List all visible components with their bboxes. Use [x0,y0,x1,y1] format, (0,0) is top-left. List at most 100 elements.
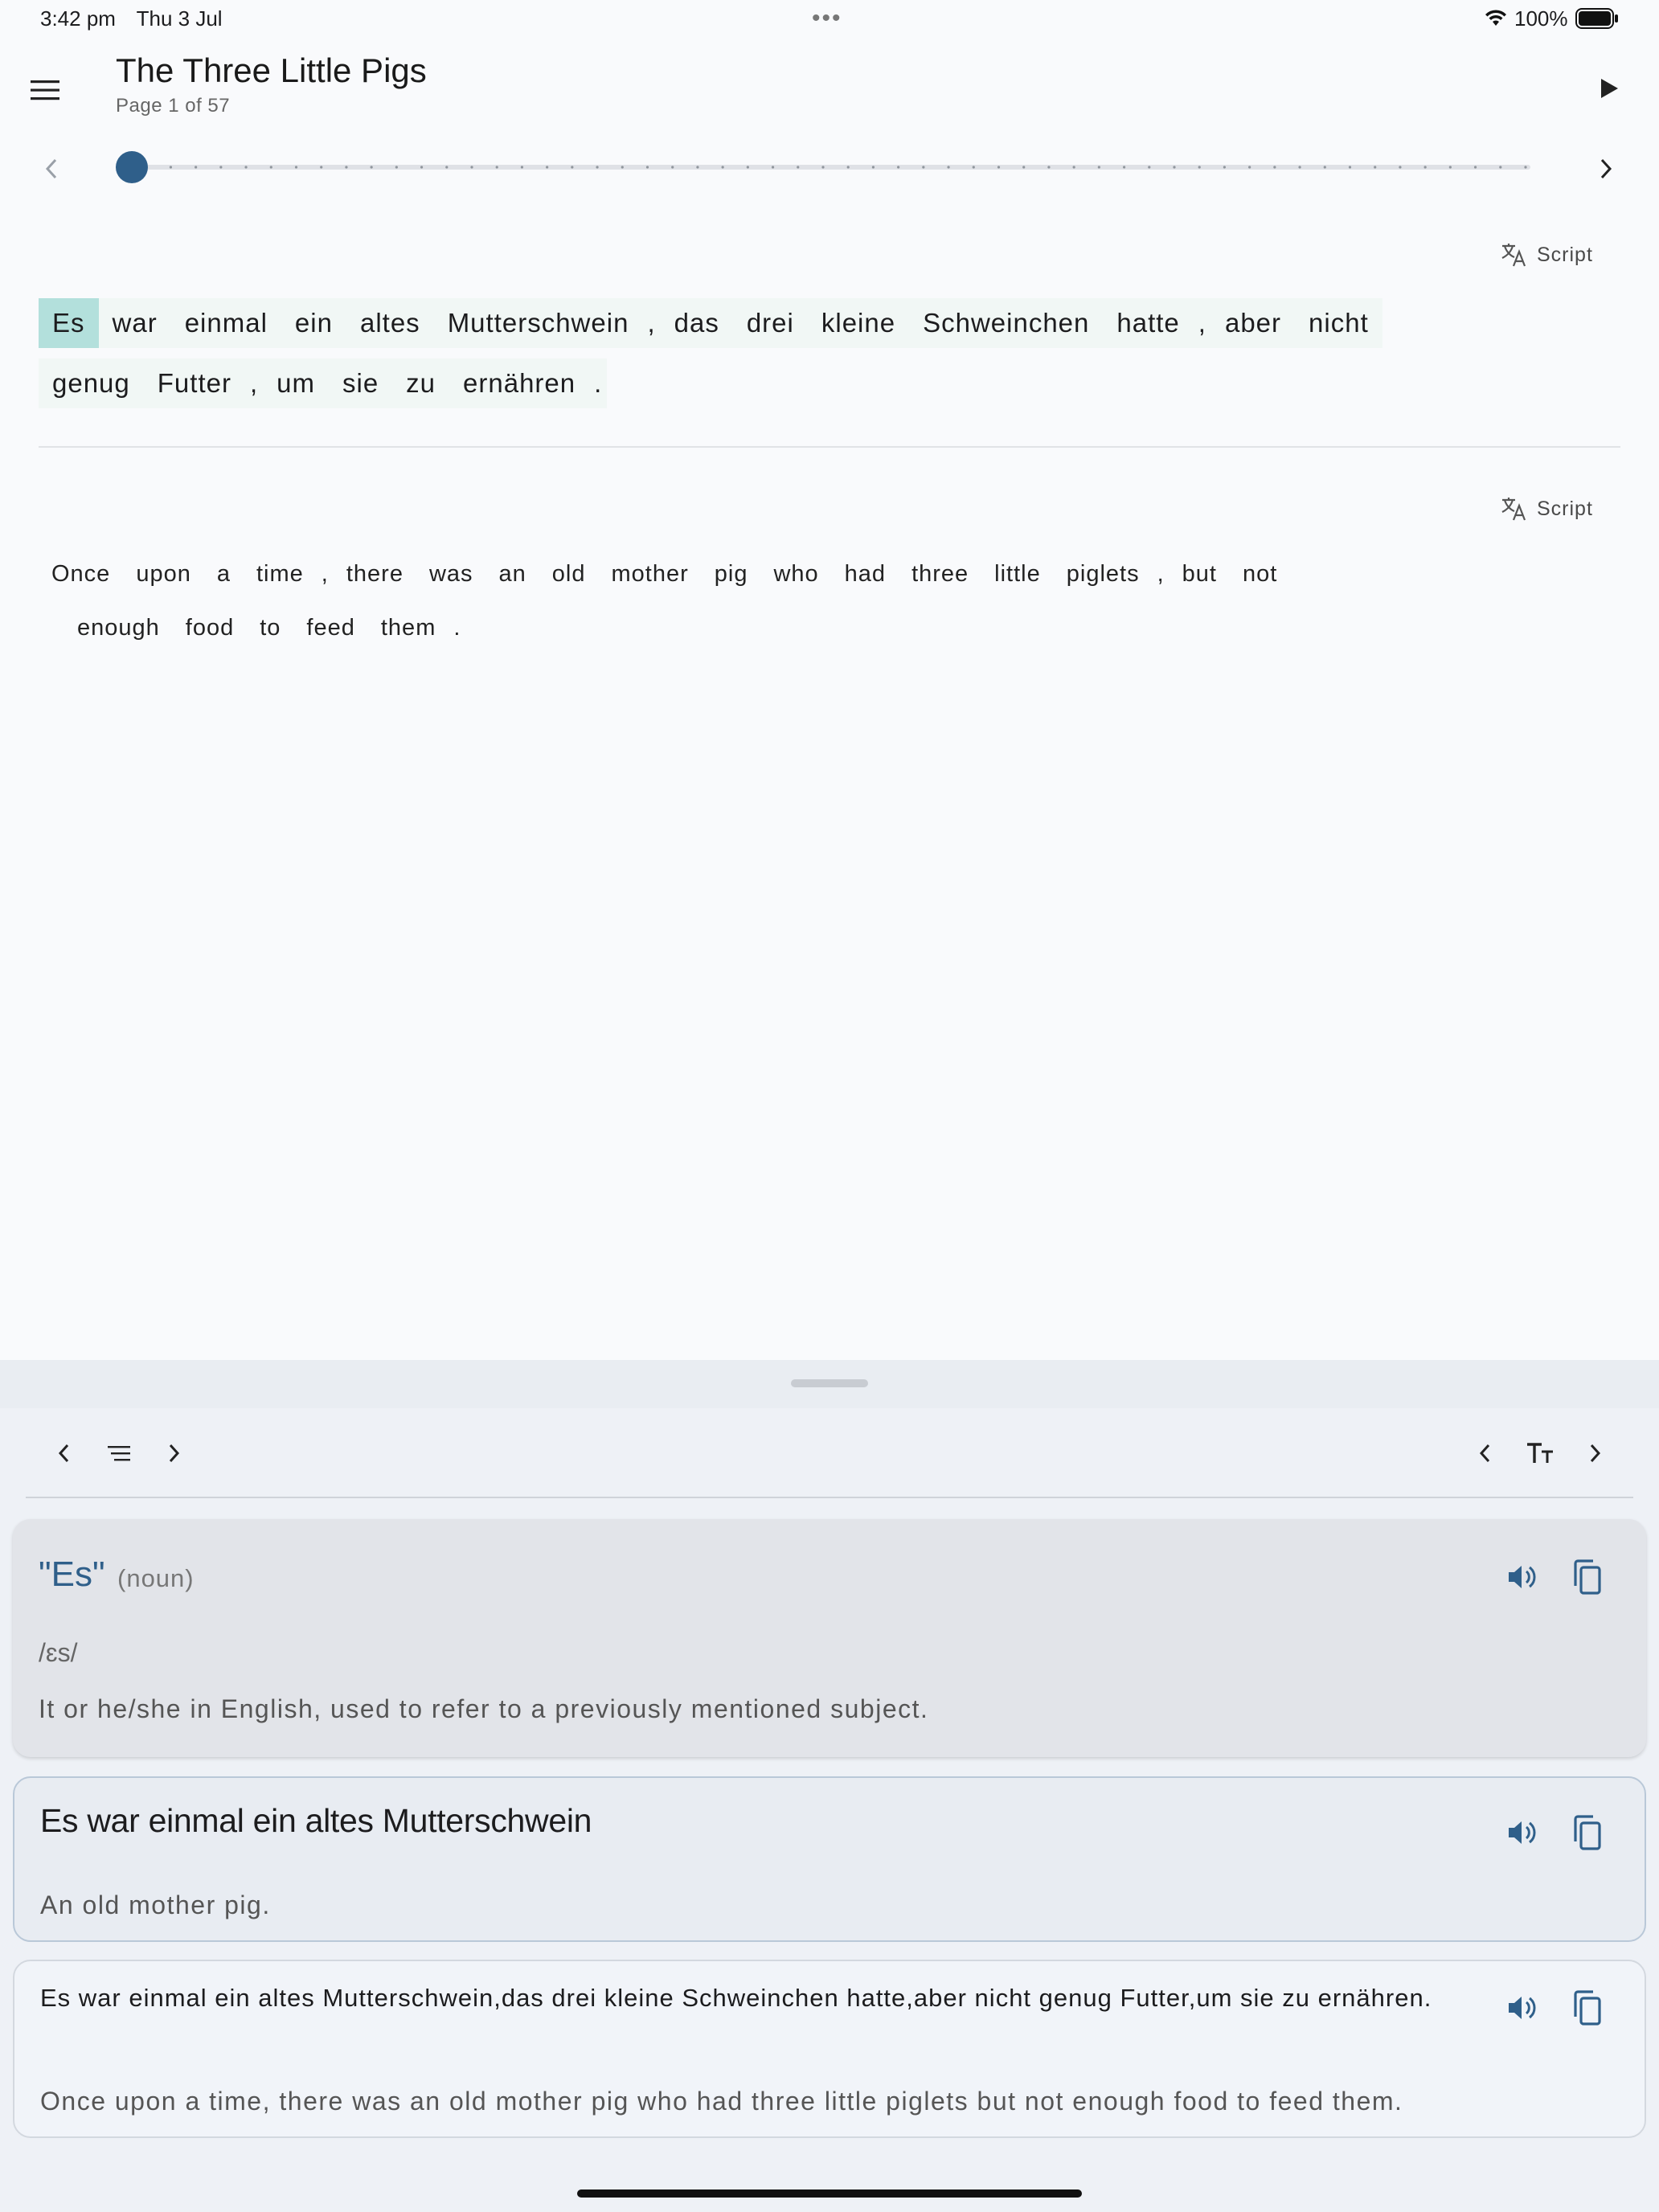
english-word[interactable]: Once [39,547,123,600]
german-word[interactable]: nicht [1295,298,1382,348]
next-page-button[interactable] [1587,150,1625,188]
decrease-font-button[interactable] [1463,1431,1508,1476]
german-word[interactable]: sie [328,358,393,408]
english-word[interactable]: had [832,547,899,600]
english-word[interactable]: mother [599,547,702,600]
status-date: Thu 3 Jul [136,6,223,31]
slider-tick [1097,166,1100,169]
chevron-left-icon [1479,1444,1490,1463]
english-word[interactable]: them [368,601,449,654]
copy-icon [1574,1815,1601,1850]
hamburger-menu-icon [31,80,59,100]
english-word[interactable]: to [247,601,293,654]
word-definition: It or he/she in English, used to refer t… [39,1694,929,1723]
increase-font-button[interactable] [1572,1431,1617,1476]
german-word[interactable]: zu [392,358,450,408]
english-word[interactable]: enough [64,601,173,654]
english-word[interactable]: food [173,601,247,654]
german-word[interactable]: drei [732,298,808,348]
german-word[interactable]: einmal [170,298,281,348]
english-word[interactable]: feed [293,601,367,654]
previous-page-button[interactable] [32,150,71,188]
slider-tick [671,166,674,169]
punctuation-token: . [589,358,608,408]
english-word[interactable]: there [334,547,416,600]
german-line-2: genug Futter, um sie zu ernähren. [39,358,608,408]
german-word[interactable]: ernähren [449,358,590,408]
english-word[interactable]: three [899,547,981,600]
slider-tick [195,166,198,169]
english-word[interactable]: not [1230,547,1290,600]
sentence-list-button[interactable] [96,1431,141,1476]
sentence-text: Es war einmal ein altes Mutterschwein,da… [40,1984,1432,2012]
slider-tick [1399,166,1402,169]
german-word[interactable]: Es [39,298,99,348]
english-word[interactable]: old [539,547,599,600]
english-word[interactable]: who [760,547,831,600]
english-word[interactable]: an [486,547,539,600]
previous-sentence-button[interactable] [42,1431,87,1476]
home-indicator[interactable] [577,2189,1082,2198]
sheet-handle[interactable] [791,1379,868,1387]
german-word[interactable]: Mutterschwein [433,298,643,348]
status-time: 3:42 pm Thu 3 Jul [40,6,223,31]
english-word[interactable]: but [1169,547,1230,600]
menu-button[interactable] [24,69,66,111]
status-clock: 3:42 pm [40,6,116,31]
german-word[interactable]: Futter [143,358,245,408]
german-word[interactable]: war [98,298,171,348]
copy-icon [1574,1559,1601,1595]
punctuation-token: , [1157,561,1165,587]
german-word[interactable]: aber [1210,298,1296,348]
german-word[interactable]: genug [39,358,144,408]
page-slider[interactable] [116,151,1530,183]
slider-tick [370,166,373,169]
english-word[interactable]: pig [702,547,761,600]
slider-tick [1473,166,1477,169]
phrase-translation: An old mother pig. [40,1890,271,1919]
german-word[interactable]: altes [346,298,434,348]
sentence-translation-card[interactable]: Es war einmal ein altes Mutterschwein,da… [13,1960,1646,2138]
play-icon [1601,79,1618,98]
slider-tick [1298,166,1301,169]
german-word[interactable]: ein [281,298,346,348]
phrase-speak-button[interactable] [1500,1810,1545,1855]
german-word[interactable]: das [660,298,733,348]
play-button[interactable] [1588,68,1630,109]
german-script-button[interactable]: Script [1500,241,1593,268]
slider-tick [1072,166,1075,169]
slider-tick [169,166,173,169]
copy-icon [1574,1990,1601,2026]
word-copy-button[interactable] [1564,1555,1609,1600]
english-word[interactable]: little [981,547,1054,600]
selected-word: "Es" [39,1555,105,1594]
english-word[interactable]: a [204,547,244,600]
font-size-button[interactable] [1518,1431,1563,1476]
next-sentence-button[interactable] [151,1431,196,1476]
slider-tick [345,166,348,169]
slider-thumb[interactable] [116,151,148,183]
english-word[interactable]: piglets [1054,547,1153,600]
slider-tick [947,166,950,169]
phrase-translation-card[interactable]: Es war einmal ein altes Mutterschwein An… [13,1776,1646,1942]
english-word[interactable]: time [244,547,317,600]
german-word[interactable]: hatte [1103,298,1194,348]
german-word[interactable]: um [263,358,329,408]
english-word[interactable]: was [416,547,486,600]
slider-tick [1273,166,1276,169]
phrase-copy-button[interactable] [1564,1810,1609,1855]
multitasking-dots[interactable]: ••• [812,5,842,32]
sentence-speak-button[interactable] [1500,1985,1545,2030]
word-speak-button[interactable] [1500,1555,1545,1600]
sentence-copy-button[interactable] [1564,1985,1609,2030]
english-script-button[interactable]: Script [1500,495,1593,522]
german-line-1: Es war einmal ein altes Mutterschwein, das drei… [39,298,1382,348]
word-definition-card[interactable]: "Es" (noun) /ɛs/ It or he/she in English… [13,1519,1646,1757]
slider-tick [1173,166,1176,169]
english-word[interactable]: upon [123,547,204,600]
page-indicator: Page 1 of 57 [116,95,231,117]
german-word[interactable]: kleine [807,298,910,348]
german-word[interactable]: Schweinchen [909,298,1104,348]
chevron-left-icon [45,158,57,179]
slider-tick [1348,166,1352,169]
